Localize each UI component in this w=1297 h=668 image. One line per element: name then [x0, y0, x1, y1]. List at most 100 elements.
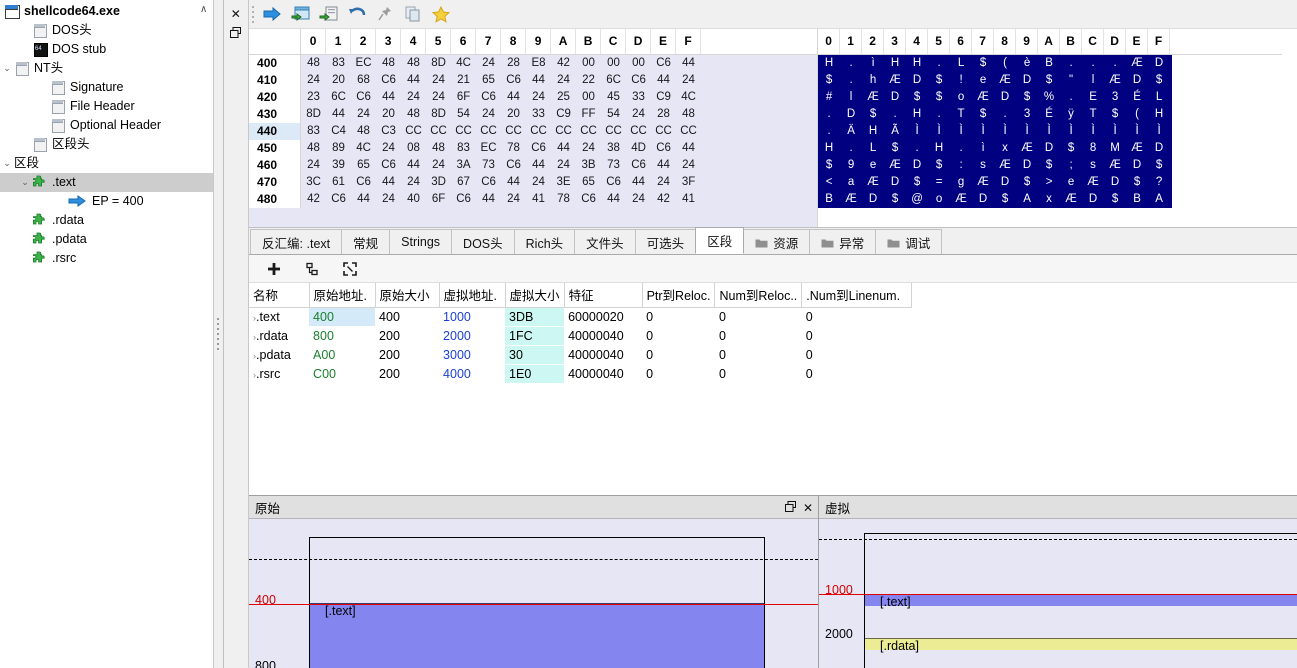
tab-[interactable]: 资源 — [743, 229, 811, 254]
chevron-down-icon[interactable]: ⌄ — [0, 59, 14, 78]
hex-byte[interactable]: 4C — [351, 140, 376, 157]
tree-item-text[interactable]: ⌄ .text — [0, 173, 213, 192]
ascii-char[interactable]: . — [840, 140, 862, 157]
sections-col-0[interactable]: 名称 — [249, 283, 310, 308]
raw-size[interactable]: 200 — [375, 326, 440, 346]
table-row[interactable]: ›.pdata A00 200 3000 30 40000040 0 0 0 — [249, 345, 912, 365]
ascii-char[interactable]: H — [862, 123, 884, 140]
ascii-char[interactable]: D — [1126, 157, 1148, 174]
hex-byte[interactable]: 73 — [476, 157, 501, 174]
ascii-char[interactable]: ( — [994, 55, 1016, 72]
ascii-char[interactable]: D — [884, 174, 906, 191]
hex-byte[interactable]: 24 — [576, 140, 601, 157]
ascii-char[interactable]: H — [1148, 106, 1170, 123]
ascii-char[interactable]: ì — [862, 55, 884, 72]
hex-byte[interactable]: 38 — [601, 140, 626, 157]
ascii-char[interactable]: Æ — [1126, 140, 1148, 157]
export-icon[interactable] — [315, 2, 343, 27]
ascii-char[interactable]: . — [1104, 55, 1126, 72]
ascii-char[interactable]: A — [1148, 191, 1170, 208]
hex-byte[interactable]: 44 — [501, 174, 526, 191]
hex-byte[interactable]: CC — [601, 123, 627, 140]
hex-byte[interactable]: 41 — [526, 191, 551, 208]
ascii-char[interactable]: l — [840, 89, 862, 106]
hex-byte[interactable]: CC — [426, 123, 452, 140]
virtual-size[interactable]: 3DB — [505, 307, 565, 327]
hex-byte[interactable]: 3E — [551, 174, 576, 191]
hex-byte[interactable]: 78 — [551, 191, 576, 208]
hex-byte[interactable]: 42 — [651, 191, 676, 208]
vertical-splitter[interactable] — [213, 0, 224, 668]
hex-byte[interactable]: 83 — [301, 123, 327, 140]
section-band-text[interactable] — [310, 603, 765, 668]
virtual-address[interactable]: 2000 — [439, 326, 506, 346]
hex-byte[interactable]: 44 — [551, 140, 576, 157]
tab-dos[interactable]: DOS头 — [451, 229, 515, 254]
hex-byte[interactable]: 24 — [401, 89, 426, 106]
ascii-char[interactable]: e — [1060, 174, 1082, 191]
num-of-reloc[interactable]: 0 — [714, 364, 802, 384]
num-of-linenum[interactable]: 0 — [801, 364, 912, 384]
sections-col-8[interactable]: .Num到Linenum. — [801, 283, 913, 308]
hex-byte[interactable]: CC — [651, 123, 677, 140]
hex-byte[interactable]: 41 — [676, 191, 701, 208]
hex-byte[interactable]: C6 — [626, 72, 651, 89]
hex-byte[interactable]: 3C — [301, 174, 326, 191]
hex-byte[interactable]: 25 — [551, 89, 576, 106]
ascii-char[interactable]: 9 — [840, 157, 862, 174]
hex-byte[interactable]: 83 — [451, 140, 476, 157]
tab-[interactable]: 区段 — [695, 227, 745, 254]
hex-byte[interactable]: 67 — [451, 174, 476, 191]
ptr-to-reloc[interactable]: 0 — [642, 307, 715, 327]
ascii-char[interactable]: . — [1060, 55, 1082, 72]
hex-byte[interactable]: C6 — [501, 157, 526, 174]
hex-byte[interactable]: 24 — [526, 174, 551, 191]
hex-byte[interactable]: 42 — [301, 191, 326, 208]
virtual-size[interactable]: 1FC — [505, 326, 565, 346]
ascii-char[interactable]: D — [972, 191, 994, 208]
ascii-char[interactable]: $ — [884, 140, 906, 157]
ascii-char[interactable]: ( — [1126, 106, 1148, 123]
hex-byte[interactable]: 20 — [326, 72, 351, 89]
sections-col-5[interactable]: 特征 — [564, 283, 643, 308]
hex-byte[interactable]: 24 — [551, 157, 576, 174]
ascii-char[interactable]: $ — [972, 55, 994, 72]
ascii-char[interactable]: L — [950, 55, 972, 72]
hex-byte[interactable]: 48 — [401, 55, 426, 72]
hex-byte[interactable]: 24 — [526, 89, 551, 106]
ascii-char[interactable]: $ — [884, 191, 906, 208]
hex-byte[interactable]: 6C — [326, 89, 351, 106]
hex-byte[interactable]: CC — [476, 123, 502, 140]
ascii-char[interactable]: @ — [906, 191, 928, 208]
ascii-row[interactable]: H. ì H H. L $(è B... Æ D — [818, 55, 1173, 72]
ascii-rows[interactable]: H. ì H H. L $(è B... Æ D $. h Æ D $! e Æ D $ " l Æ D $ # l Æ D $ $ o Æ… — [818, 55, 1283, 227]
ascii-char[interactable]: g — [950, 174, 972, 191]
ascii-char[interactable]: è — [1016, 55, 1038, 72]
ascii-char[interactable]: É — [1126, 89, 1148, 106]
hex-byte[interactable]: 44 — [676, 55, 701, 72]
ascii-char[interactable]: D — [1104, 174, 1126, 191]
ascii-char[interactable]: . — [1082, 55, 1104, 72]
hex-byte[interactable]: 65 — [476, 72, 501, 89]
hex-byte[interactable]: 68 — [351, 72, 376, 89]
ascii-char[interactable]: $ — [818, 72, 840, 89]
table-row[interactable]: ›.rsrc C00 200 4000 1E0 40000040 0 0 0 — [249, 364, 912, 384]
tree-item-nt[interactable]: ⌄ NT头 — [0, 59, 213, 78]
sections-col-7[interactable]: Num到Reloc.. — [714, 283, 803, 308]
ascii-char[interactable]: M — [1104, 140, 1126, 157]
ascii-char[interactable]: h — [862, 72, 884, 89]
ascii-char[interactable]: L — [862, 140, 884, 157]
hex-byte[interactable]: 28 — [651, 106, 676, 123]
hex-byte[interactable]: 48 — [426, 140, 451, 157]
ascii-char[interactable]: 3 — [1016, 106, 1038, 123]
ascii-char[interactable]: T — [950, 106, 972, 123]
hex-byte[interactable]: 44 — [676, 140, 701, 157]
characteristics[interactable]: 40000040 — [564, 364, 643, 384]
tree-item-dos[interactable]: DOS头 — [0, 21, 213, 40]
section-band-rdata[interactable] — [865, 638, 1297, 650]
ascii-char[interactable]: . — [950, 140, 972, 157]
hex-byte[interactable]: 8D — [301, 106, 326, 123]
ascii-char[interactable]: $ — [1016, 89, 1038, 106]
hex-byte[interactable]: 48 — [676, 106, 701, 123]
ascii-char[interactable]: H — [818, 140, 840, 157]
